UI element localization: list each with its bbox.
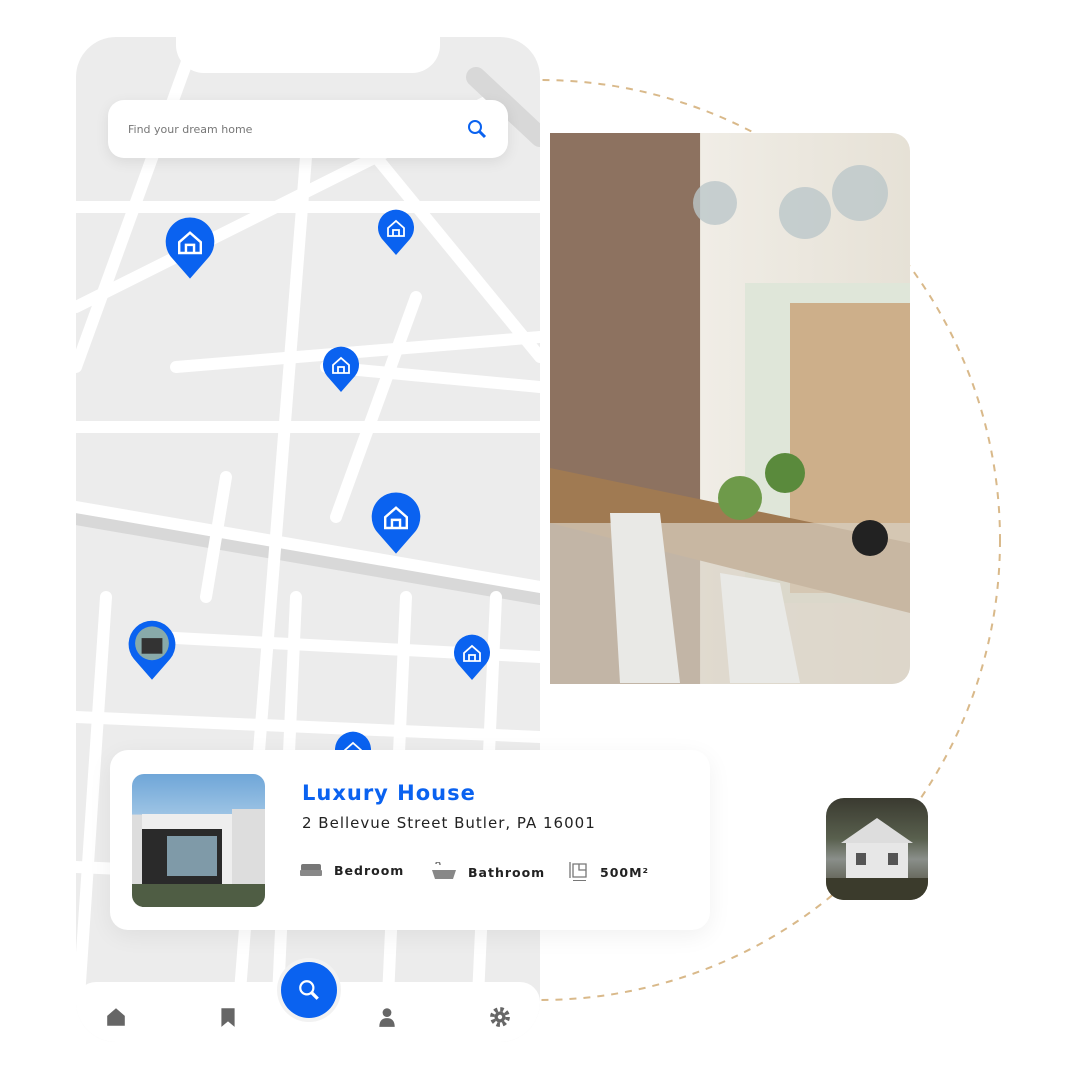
listing-photo <box>132 774 265 907</box>
user-icon[interactable] <box>376 1006 398 1028</box>
phone-notch <box>176 37 440 73</box>
search-fab-button[interactable] <box>281 962 337 1018</box>
map-pin-house[interactable] <box>452 633 492 685</box>
feature-bathroom: Bathroom <box>432 862 545 882</box>
feature-bedroom: Bedroom <box>300 862 404 878</box>
bookmark-icon[interactable] <box>217 1006 239 1028</box>
home-icon[interactable] <box>105 1006 127 1028</box>
search-bar[interactable]: Find your dream home <box>108 100 508 158</box>
map-pin-house[interactable] <box>163 215 217 284</box>
bathtub-icon <box>432 862 456 879</box>
bed-icon <box>300 864 322 876</box>
search-input[interactable]: Find your dream home <box>128 123 466 136</box>
feature-area: 500M² <box>568 862 649 882</box>
map-pin-house[interactable] <box>376 208 416 260</box>
search-icon <box>299 980 319 1000</box>
listing-title[interactable]: Luxury House <box>302 781 476 805</box>
map-pin-photo[interactable] <box>126 619 178 685</box>
floorplan-icon <box>569 862 587 881</box>
search-icon[interactable] <box>466 118 488 140</box>
listing-address: 2 Bellevue Street Butler, PA 16001 <box>302 814 596 832</box>
interior-photo <box>550 133 910 684</box>
house-thumbnail <box>826 798 928 900</box>
map-pin-house[interactable] <box>321 345 361 397</box>
listing-card[interactable]: Luxury House 2 Bellevue Street Butler, P… <box>110 750 710 930</box>
settings-icon[interactable] <box>489 1006 511 1028</box>
map-pin-house[interactable] <box>369 490 423 559</box>
